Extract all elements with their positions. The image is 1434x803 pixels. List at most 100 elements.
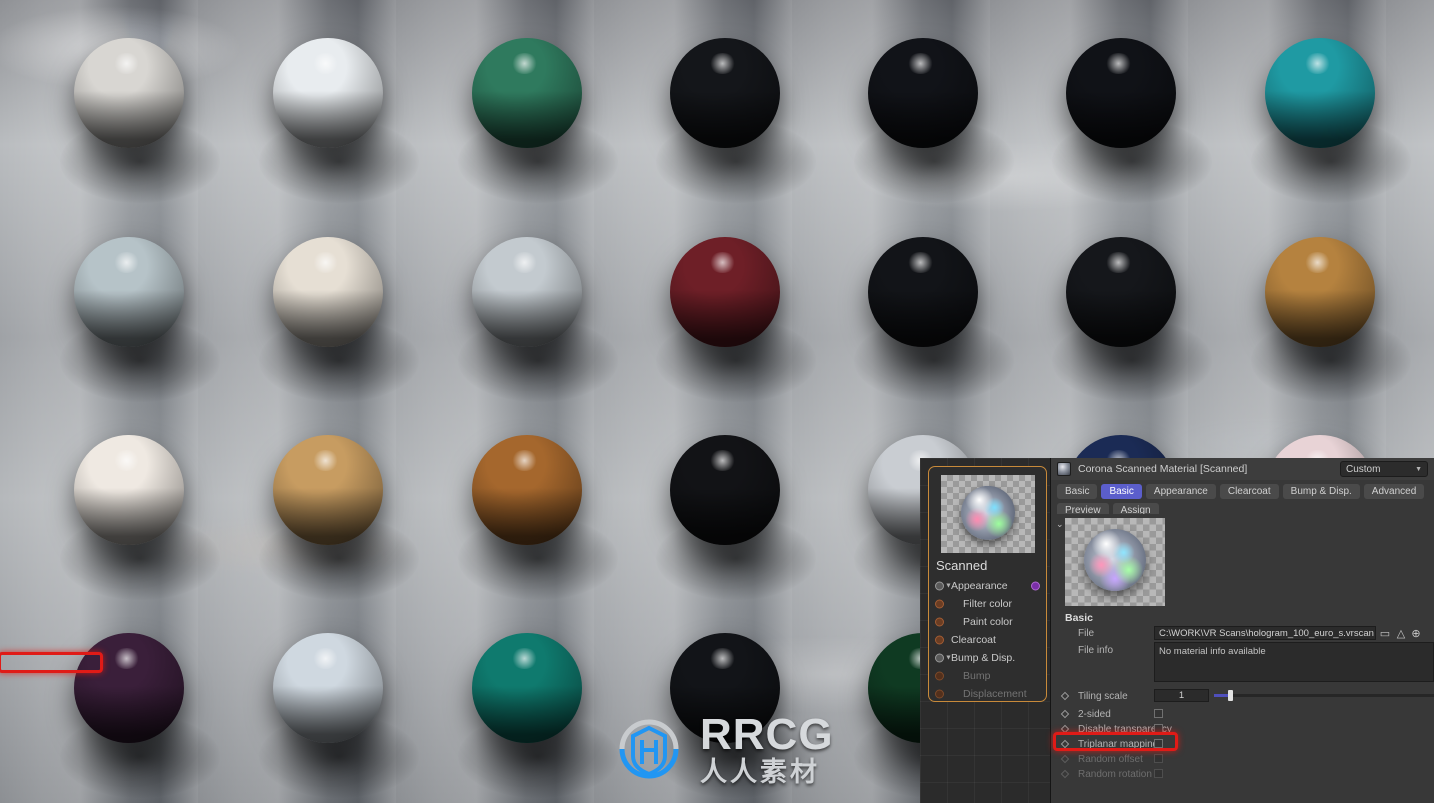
tab-basic-1[interactable]: Basic — [1101, 484, 1142, 499]
checkbox-row-2-sided[interactable]: 2-sided — [1050, 706, 1190, 722]
material-sphere-light-oak-wood — [273, 435, 383, 545]
node-row-clearcoat[interactable]: Clearcoat — [929, 631, 1046, 649]
animate-track-icon[interactable] — [1060, 724, 1070, 734]
checkbox-random-offset[interactable] — [1154, 754, 1163, 763]
checkbox-row-random-rotation[interactable]: Random rotation — [1050, 766, 1190, 782]
checkbox-label: Random offset — [1078, 753, 1143, 765]
material-sphere-black-brushed-metal — [1066, 237, 1176, 347]
folder-icon[interactable]: ▭ — [1378, 626, 1392, 640]
material-editor-tabs[interactable]: Basic Basic Appearance Clearcoat Bump & Disp… — [1051, 480, 1434, 518]
tiling-scale-row: Tiling scale — [1050, 688, 1150, 704]
node-socket-icon[interactable] — [935, 635, 944, 645]
chevron-down-icon[interactable]: ▼ — [945, 655, 952, 662]
node-thumbnail-icon — [940, 475, 1035, 553]
material-sphere-emerald-metallic — [472, 633, 582, 743]
chevron-down-icon[interactable]: ⌄ — [1056, 519, 1064, 530]
node-row-label: Bump — [963, 670, 991, 682]
node-row-paint-color[interactable]: Paint color — [929, 613, 1046, 631]
node-row-label: Filter color — [963, 598, 1013, 610]
material-sphere-pale-blue-grey-gloss — [74, 237, 184, 347]
node-row-appearance[interactable]: ▼ Appearance — [929, 577, 1046, 595]
checkbox-triplanar-mapping[interactable] — [1154, 739, 1163, 748]
file-info-box: No material info available — [1154, 642, 1434, 682]
node-row-displacement[interactable]: Displacement — [929, 685, 1046, 701]
watermark: RRCG 人人素材 — [612, 712, 834, 786]
node-socket-icon[interactable] — [935, 653, 944, 663]
section-label-basic: Basic — [1065, 612, 1094, 624]
material-sphere-black-carbon-weave — [868, 237, 978, 347]
watermark-brand: RRCG — [700, 709, 834, 759]
globe-icon[interactable]: ⊕ — [1409, 626, 1423, 640]
preset-dropdown[interactable]: Custom ▼ — [1340, 461, 1428, 477]
material-sphere-cream-pearl — [273, 237, 383, 347]
checkbox-2-sided[interactable] — [1154, 709, 1163, 718]
node-row-filter-color[interactable]: Filter color — [929, 595, 1046, 613]
tab-basic-0[interactable]: Basic — [1057, 484, 1098, 499]
material-sphere-black-matte-2 — [1066, 38, 1176, 148]
material-sphere-walnut-wood — [472, 435, 582, 545]
material-sphere-rough-white-plaster — [74, 38, 184, 148]
node-output-socket-icon[interactable] — [1031, 581, 1040, 591]
tiling-scale-slider[interactable] — [1214, 694, 1434, 697]
node-title: Scanned — [936, 558, 988, 573]
tab-bump-disp-4[interactable]: Bump & Disp. — [1282, 484, 1360, 499]
material-sphere-black-matte-1 — [868, 38, 978, 148]
checkbox-row-triplanar-mapping[interactable]: Triplanar mapping — [1050, 736, 1190, 752]
material-sphere-white-ceramic-gloss — [74, 435, 184, 545]
checkbox-label: 2-sided — [1078, 708, 1111, 720]
tab-advanced-5[interactable]: Advanced — [1363, 484, 1425, 499]
material-sphere-icon — [1057, 462, 1071, 476]
material-preview-thumbnail[interactable] — [1065, 518, 1165, 606]
material-sphere-black-textured-leather — [670, 38, 780, 148]
material-editor-title: Corona Scanned Material [Scanned] — [1078, 463, 1248, 475]
material-node-card[interactable]: Scanned ▼ Appearance Filter color Paint col… — [928, 466, 1047, 702]
material-sphere-iridescent-green-glitter — [472, 38, 582, 148]
node-socket-icon[interactable] — [935, 617, 944, 627]
node-editor-panel[interactable]: Scanned ▼ Appearance Filter color Paint col… — [920, 458, 1065, 803]
material-sphere-bronze-gold-satin — [1265, 237, 1375, 347]
material-sphere-faceted-crystal-white — [273, 38, 383, 148]
node-row-label: Displacement — [963, 688, 1027, 700]
chevron-down-icon[interactable]: ▼ — [945, 583, 952, 590]
preview-sphere — [1084, 529, 1146, 592]
node-row-label: Appearance — [951, 580, 1008, 592]
file-row-label: File — [1078, 627, 1095, 639]
node-row-label: Bump & Disp. — [951, 652, 1016, 664]
checkbox-random-rotation[interactable] — [1154, 769, 1163, 778]
animate-track-icon[interactable] — [1060, 739, 1070, 749]
node-row-bump[interactable]: Bump — [929, 667, 1046, 685]
tab-appearance-2[interactable]: Appearance — [1145, 484, 1216, 499]
tab-clearcoat-3[interactable]: Clearcoat — [1219, 484, 1279, 499]
node-socket-list: ▼ Appearance Filter color Paint color Clearc… — [929, 577, 1046, 701]
node-socket-icon[interactable] — [935, 599, 944, 609]
node-socket-icon[interactable] — [935, 581, 944, 591]
node-preview-sphere — [960, 485, 1015, 540]
tiling-scale-slider-knob[interactable] — [1228, 690, 1233, 701]
checkbox-row-disable-transparency[interactable]: Disable transparency — [1050, 721, 1190, 737]
watermark-subtitle: 人人素材 — [700, 756, 820, 788]
node-row-bump-disp[interactable]: ▼ Bump & Disp. — [929, 649, 1046, 667]
node-socket-icon[interactable] — [935, 671, 944, 681]
animate-track-icon[interactable] — [1060, 691, 1070, 701]
mesh-icon[interactable]: △ — [1394, 626, 1408, 640]
animate-track-icon[interactable] — [1060, 769, 1070, 779]
chevron-down-icon: ▼ — [1415, 465, 1422, 473]
material-sphere-black-crinkle-leather — [670, 435, 780, 545]
tiling-scale-input[interactable]: 1 — [1154, 689, 1209, 702]
checkbox-disable-transparency[interactable] — [1154, 724, 1163, 733]
preset-dropdown-value: Custom — [1346, 463, 1381, 475]
material-editor-titlebar: Corona Scanned Material [Scanned] Custom… — [1051, 458, 1434, 480]
checkbox-label: Random rotation — [1078, 768, 1152, 780]
material-sphere-teal-satin — [1265, 38, 1375, 148]
checkbox-row-random-offset[interactable]: Random offset — [1050, 751, 1190, 767]
material-sphere-deep-plum-matte — [74, 633, 184, 743]
file-info-row-label: File info — [1078, 644, 1114, 656]
rrcg-shield-logo-icon — [612, 712, 686, 786]
animate-track-icon[interactable] — [1060, 709, 1070, 719]
file-path-input[interactable]: C:\WORK\VR Scans\hologram_100_euro_s.vrs… — [1154, 626, 1376, 640]
node-row-label: Paint color — [963, 616, 1013, 628]
node-socket-icon[interactable] — [935, 689, 944, 699]
animate-track-icon[interactable] — [1060, 754, 1070, 764]
node-row-label: Clearcoat — [951, 634, 996, 646]
material-sphere-white-blue-gradient — [273, 633, 383, 743]
